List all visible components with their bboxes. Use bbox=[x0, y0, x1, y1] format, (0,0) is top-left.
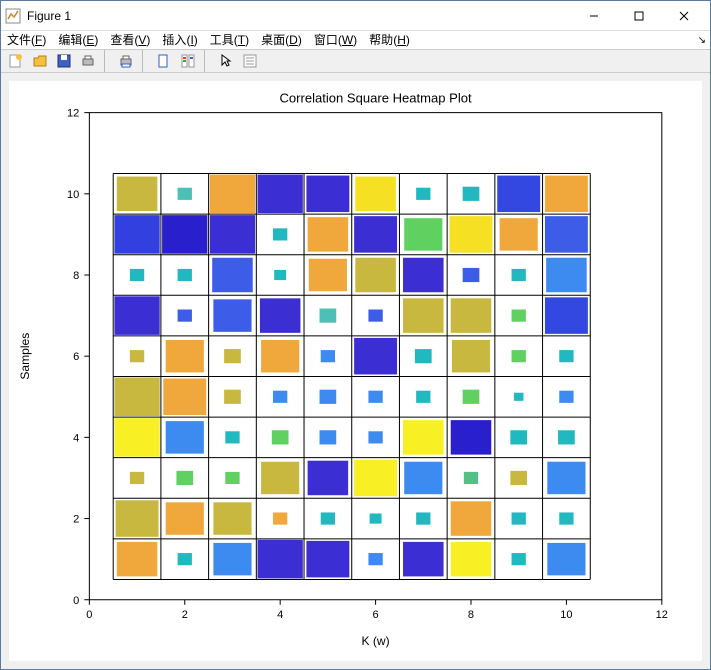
svg-text:12: 12 bbox=[656, 608, 668, 620]
svg-text:0: 0 bbox=[73, 594, 79, 606]
svg-text:0: 0 bbox=[86, 608, 92, 620]
link-plot-button[interactable] bbox=[153, 50, 175, 72]
menu-view[interactable]: 查看(V) bbox=[110, 31, 150, 48]
svg-text:10: 10 bbox=[560, 608, 572, 620]
toolbar-separator bbox=[104, 50, 110, 72]
menu-desktop[interactable]: 桌面(D) bbox=[261, 31, 302, 48]
svg-text:K (w): K (w) bbox=[362, 633, 390, 647]
svg-text:Samples: Samples bbox=[18, 332, 32, 379]
window-title: Figure 1 bbox=[27, 9, 71, 23]
print-preview-button[interactable] bbox=[115, 50, 137, 72]
edit-plot-button[interactable] bbox=[239, 50, 261, 72]
matlab-figure-icon bbox=[5, 8, 21, 24]
colorbar-button[interactable] bbox=[177, 50, 199, 72]
open-button[interactable] bbox=[29, 50, 51, 72]
menu-edit[interactable]: 编辑(E) bbox=[58, 31, 98, 48]
menu-file[interactable]: 文件(F) bbox=[7, 31, 46, 48]
pointer-button[interactable] bbox=[215, 50, 237, 72]
menu-help[interactable]: 帮助(H) bbox=[369, 31, 410, 48]
minimize-button[interactable] bbox=[571, 1, 616, 30]
svg-text:12: 12 bbox=[67, 107, 79, 119]
svg-text:8: 8 bbox=[468, 608, 474, 620]
svg-text:6: 6 bbox=[73, 351, 79, 363]
close-button[interactable] bbox=[661, 1, 706, 30]
axes[interactable]: Correlation Square Heatmap Plot 0 2 4 6 8 10 12… bbox=[9, 81, 702, 662]
svg-text:4: 4 bbox=[277, 608, 283, 620]
print-button[interactable] bbox=[77, 50, 99, 72]
titlebar[interactable]: Figure 1 bbox=[1, 1, 710, 31]
toolbar bbox=[1, 49, 710, 73]
menu-window[interactable]: 窗口(W) bbox=[314, 31, 357, 48]
svg-text:10: 10 bbox=[67, 188, 79, 200]
save-button[interactable] bbox=[53, 50, 75, 72]
figure-window: Figure 1 文件(F) 编辑(E) 查看(V) 插入(I) 工具(T) 桌… bbox=[0, 0, 711, 670]
svg-text:4: 4 bbox=[73, 432, 79, 444]
toolbar-separator bbox=[142, 50, 148, 72]
figure-area: Correlation Square Heatmap Plot 0 2 4 6 8 10 12… bbox=[1, 73, 710, 670]
menu-overflow-icon[interactable]: ↘ bbox=[698, 35, 706, 46]
svg-text:6: 6 bbox=[373, 608, 379, 620]
menu-insert[interactable]: 插入(I) bbox=[162, 31, 197, 48]
toolbar-separator bbox=[204, 50, 210, 72]
menubar: 文件(F) 编辑(E) 查看(V) 插入(I) 工具(T) 桌面(D) 窗口(W… bbox=[1, 31, 710, 49]
svg-text:2: 2 bbox=[73, 513, 79, 525]
svg-text:2: 2 bbox=[182, 608, 188, 620]
heatmap-plot: Correlation Square Heatmap Plot 0 2 4 6 8 10 12… bbox=[9, 81, 702, 662]
menu-tools[interactable]: 工具(T) bbox=[210, 31, 249, 48]
svg-text:Correlation Square Heatmap Plo: Correlation Square Heatmap Plot bbox=[279, 90, 472, 105]
maximize-button[interactable] bbox=[616, 1, 661, 30]
new-figure-button[interactable] bbox=[5, 50, 27, 72]
svg-text:8: 8 bbox=[73, 270, 79, 282]
